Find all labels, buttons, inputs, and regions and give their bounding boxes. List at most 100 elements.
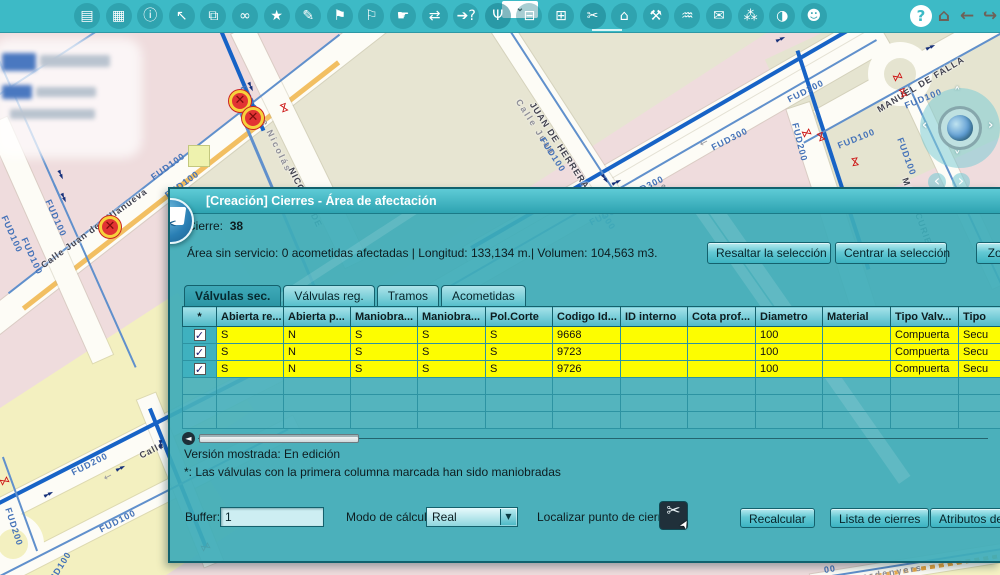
info-icon[interactable]: ⓘ xyxy=(137,3,163,29)
back-icon[interactable]: ← xyxy=(956,5,978,27)
cursor-icon: ➤ xyxy=(676,517,692,531)
cell: N xyxy=(284,327,351,344)
modo-calculo-select[interactable]: Real ▼ xyxy=(426,507,518,527)
tab-v-lvulas-sec-[interactable]: Válvulas sec. xyxy=(184,285,281,306)
column-header[interactable]: Diametro xyxy=(756,307,823,327)
buffer-label: Buffer: xyxy=(185,510,220,524)
pan-up-chevron[interactable]: ˄ xyxy=(954,86,961,101)
favorites-star-icon[interactable]: ★ xyxy=(264,3,290,29)
modo-calculo-value: Real xyxy=(432,510,457,524)
cierres-dialog: [Creación] Cierres - Área de afectación … xyxy=(168,187,1000,563)
maniobrada-checkbox[interactable]: ✓ xyxy=(194,363,206,375)
wms-layers-icon[interactable]: ⇄ xyxy=(422,3,448,29)
maniobrada-checkbox[interactable]: ✓ xyxy=(194,346,206,358)
legend-table-icon: ▦ xyxy=(112,3,125,29)
localizar-label: Localizar punto de cierre: xyxy=(537,510,672,524)
redacted-box xyxy=(2,53,36,71)
select-dropdown-arrow[interactable]: ▼ xyxy=(500,509,516,525)
tools-wrench-icon[interactable]: ⚒ xyxy=(643,3,669,29)
cell: S xyxy=(351,344,418,361)
pan-left-chevron[interactable]: ‹ xyxy=(922,118,927,133)
selection-square xyxy=(188,145,210,167)
scroll-left-button[interactable]: ◄ xyxy=(182,432,195,445)
legend-table-icon[interactable]: ▦ xyxy=(106,3,132,29)
binoculars-search-icon[interactable]: ∞ xyxy=(232,3,258,29)
pan-right-chevron[interactable]: › xyxy=(988,118,993,133)
cell: Secu xyxy=(959,344,1000,361)
summary-text: Área sin servicio: 0 acometidas afectada… xyxy=(187,246,658,260)
route-help-icon: ➔? xyxy=(457,3,476,29)
table-horizontal-scrollbar: ◄ xyxy=(182,432,992,445)
map-marker-icon[interactable]: ⚑ xyxy=(327,3,353,29)
home-icon[interactable]: ⌂ xyxy=(933,5,955,27)
home-extent-icon[interactable]: ⌂ xyxy=(611,3,637,29)
comment-icon[interactable]: ✉ xyxy=(706,3,732,29)
flow-arrow-icon: ►► xyxy=(157,440,165,449)
closed-valve-icon[interactable]: ✕ xyxy=(242,107,264,129)
wms-layers-icon: ⇄ xyxy=(429,3,441,29)
column-header[interactable]: Pol.Corte xyxy=(486,307,553,327)
share-network-icon[interactable]: ⁂ xyxy=(738,3,764,29)
centrar-seleccion-button[interactable]: Centrar la selección xyxy=(835,242,947,264)
cell: S xyxy=(486,361,553,378)
cell: S xyxy=(418,344,486,361)
column-header[interactable]: Codigo Id... xyxy=(553,307,621,327)
column-header[interactable]: Abierta re... xyxy=(217,307,284,327)
network-user-icon[interactable]: Ψ xyxy=(485,3,511,29)
lista-cierres-button[interactable]: Lista de cierres xyxy=(830,508,929,528)
maniobrada-checkbox[interactable]: ✓ xyxy=(194,329,206,341)
cell: S xyxy=(217,344,284,361)
nav-globe-icon[interactable] xyxy=(947,115,973,141)
water-flow-icon[interactable]: ♒ xyxy=(674,3,700,29)
cell xyxy=(621,327,688,344)
valve-row[interactable]: ✓SNSSS9723100CompuertaSecu xyxy=(183,344,1000,361)
valve-row[interactable]: ✓SNSSS9668100CompuertaSecu xyxy=(183,327,1000,344)
zoom-seleccion-button[interactable]: Zoom a la selección xyxy=(976,242,1000,264)
recalcular-button[interactable]: Recalcular xyxy=(740,508,815,528)
print-icon[interactable]: ⊟ xyxy=(516,3,542,29)
route-help-icon[interactable]: ➔? xyxy=(453,3,479,29)
map-icon[interactable]: ▤ xyxy=(74,3,100,29)
dialog-titlebar[interactable]: [Creación] Cierres - Área de afectación xyxy=(170,189,1000,214)
scrollbar-thumb[interactable] xyxy=(199,434,359,443)
user-profile-icon[interactable]: ☻ xyxy=(801,3,827,29)
closures-scissors-icon[interactable]: ✂ xyxy=(580,3,606,29)
tab-acometidas[interactable]: Acometidas xyxy=(441,285,526,306)
palette-icon[interactable]: ◑ xyxy=(769,3,795,29)
print-preview-icon[interactable]: ⊞ xyxy=(548,3,574,29)
pan-down-chevron[interactable]: ˅ xyxy=(954,150,961,165)
valve-row[interactable]: ✓SNSSS9726100CompuertaSecu xyxy=(183,361,1000,378)
windows-layers-icon: ⧉ xyxy=(208,3,218,29)
app-root: { "toolbar": { "left_icons": [ {"name":"… xyxy=(0,0,1000,575)
cell xyxy=(621,361,688,378)
column-header[interactable]: Material xyxy=(823,307,891,327)
column-header[interactable]: Abierta p... xyxy=(284,307,351,327)
localizar-punto-cierre-button[interactable]: ✂ ➤ xyxy=(660,502,687,529)
redacted-text xyxy=(10,109,95,119)
column-header[interactable]: Maniobra... xyxy=(351,307,418,327)
binoculars-search-icon: ∞ xyxy=(239,3,251,29)
help-icon[interactable]: ? xyxy=(910,5,932,27)
column-header[interactable]: * xyxy=(183,307,217,327)
column-header[interactable]: Cota prof... xyxy=(688,307,756,327)
buffer-input[interactable]: 1 xyxy=(220,507,324,527)
map-navigation-widget[interactable]: ˄ ˅ ‹ › xyxy=(920,88,1000,168)
favorites-star-icon: ★ xyxy=(270,3,283,29)
map-route-icon[interactable]: ⚐ xyxy=(358,3,384,29)
pointer-select-icon[interactable]: ↖ xyxy=(169,3,195,29)
tab-v-lvulas-reg-[interactable]: Válvulas reg. xyxy=(283,285,374,306)
windows-layers-icon[interactable]: ⧉ xyxy=(200,3,226,29)
closed-valve-icon[interactable]: ✕ xyxy=(99,216,121,238)
logout-icon[interactable]: ↪ xyxy=(979,5,1000,27)
atributos-cierre-button[interactable]: Atributos del Cierre xyxy=(930,508,1000,528)
column-header[interactable]: Maniobra... xyxy=(418,307,486,327)
map-route-icon: ⚐ xyxy=(365,3,378,29)
column-header[interactable]: Tipo Valv... xyxy=(891,307,959,327)
tab-tramos[interactable]: Tramos xyxy=(377,285,439,306)
map-select-icon[interactable]: ☛ xyxy=(390,3,416,29)
column-header[interactable]: Tipo xyxy=(959,307,1000,327)
edit-icon[interactable]: ✎ xyxy=(295,3,321,29)
cell xyxy=(688,344,756,361)
column-header[interactable]: ID interno xyxy=(621,307,688,327)
resaltar-seleccion-button[interactable]: Resaltar la selección xyxy=(707,242,831,264)
